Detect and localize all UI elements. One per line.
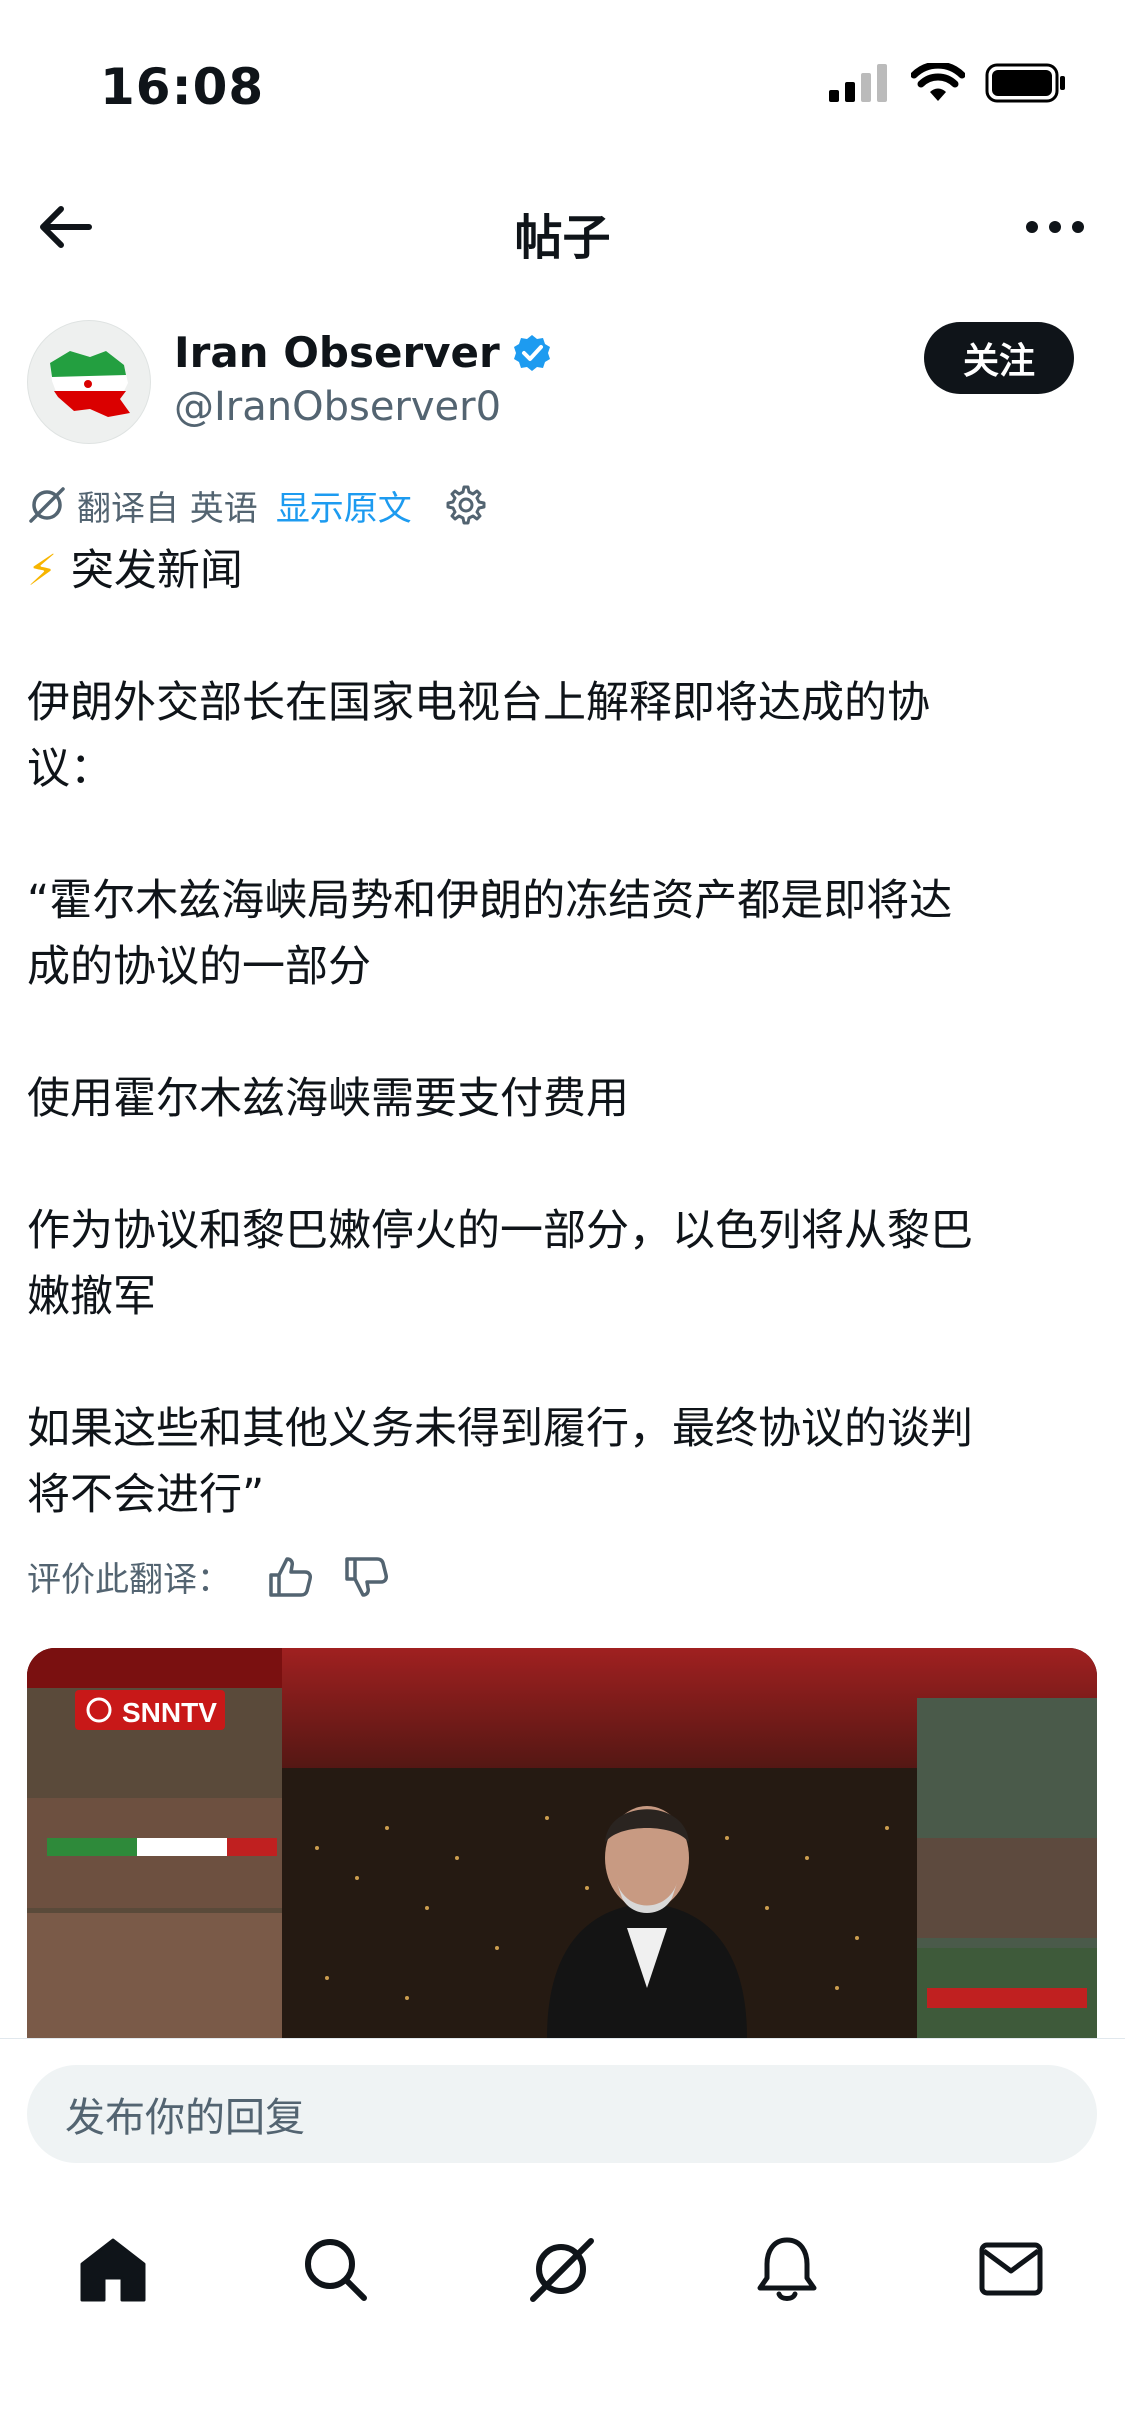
wifi-icon [911, 63, 965, 101]
reply-bar: 发布你的回复 [0, 2038, 1125, 2188]
channel-label: SNNTV [122, 1697, 217, 1728]
author-name-text: Iran Observer [174, 328, 500, 377]
home-icon [80, 2238, 146, 2302]
post-header: 帖子 [0, 170, 1125, 300]
reply-input[interactable]: 发布你的回复 [27, 2065, 1097, 2163]
verified-badge-icon [513, 334, 550, 371]
grok-translate-icon [29, 487, 65, 523]
tab-messages[interactable] [966, 2224, 1056, 2314]
messages-icon [979, 2242, 1043, 2296]
post-line: 伊朗外交部长在国家电视台上解释即将达成的协 [27, 678, 930, 728]
post-line: 议： [27, 744, 113, 794]
lightning-icon: ⚡ [27, 546, 58, 596]
bottom-tab-bar [0, 2188, 1125, 2436]
post-headline: 突发新闻 [70, 546, 243, 596]
page-title: 帖子 [514, 210, 611, 266]
battery-icon [985, 63, 1065, 103]
more-horizontal-icon [1026, 221, 1084, 233]
follow-button[interactable]: 关注 [924, 322, 1074, 394]
rate-translation-row: 评价此翻译： [27, 1552, 391, 1601]
gear-icon[interactable] [442, 483, 486, 527]
tab-search[interactable] [290, 2224, 380, 2314]
post-line: 如果这些和其他义务未得到履行，最终协议的谈判 [27, 1404, 973, 1454]
thumbs-up-icon[interactable] [267, 1555, 315, 1599]
author-handle: @IranObserver0 [174, 384, 502, 430]
post-video[interactable]: SNNTV [27, 1648, 1097, 2038]
post-line: 使用霍尔木兹海峡需要支付费用 [27, 1074, 629, 1124]
show-original-link[interactable]: 显示原文 [276, 481, 412, 530]
post-line: 将不会进行” [27, 1470, 265, 1520]
tab-notifications[interactable] [742, 2224, 832, 2314]
status-icons [829, 62, 1067, 104]
post-headline-line: ⚡ 突发新闻 [27, 538, 1097, 604]
tab-home[interactable] [68, 2224, 158, 2314]
rate-translation-label: 评价此翻译： [27, 1560, 231, 1600]
iran-flag-map-icon [50, 351, 130, 417]
post-line: “霍尔木兹海峡局势和伊朗的冻结资产都是即将达 [27, 876, 953, 926]
post-line: 嫩撤军 [27, 1272, 156, 1322]
author-name[interactable]: Iran Observer [174, 328, 552, 377]
translation-label: 翻译自 英语 [77, 488, 258, 529]
avatar[interactable] [27, 320, 151, 444]
post-text: ⚡ 突发新闻 伊朗外交部长在国家电视台上解释即将达成的协 议： “霍尔木兹海峡局… [27, 538, 1097, 1528]
thumbs-down-icon[interactable] [343, 1555, 391, 1599]
status-time: 16:08 [100, 58, 265, 116]
search-icon [305, 2239, 367, 2301]
notifications-icon [757, 2237, 817, 2301]
cellular-signal-icon [829, 64, 887, 102]
grok-icon [530, 2238, 594, 2302]
more-options-button[interactable] [1015, 192, 1095, 262]
post-line: 作为协议和黎巴嫩停火的一部分，以色列将从黎巴 [27, 1206, 973, 1256]
post-line: 成的协议的一部分 [27, 942, 371, 992]
tab-grok[interactable] [516, 2224, 606, 2314]
video-thumbnail: SNNTV [27, 1648, 1097, 2038]
translation-row: 翻译自 英语 显示原文 [27, 480, 486, 530]
status-bar: 16:08 [0, 0, 1125, 170]
